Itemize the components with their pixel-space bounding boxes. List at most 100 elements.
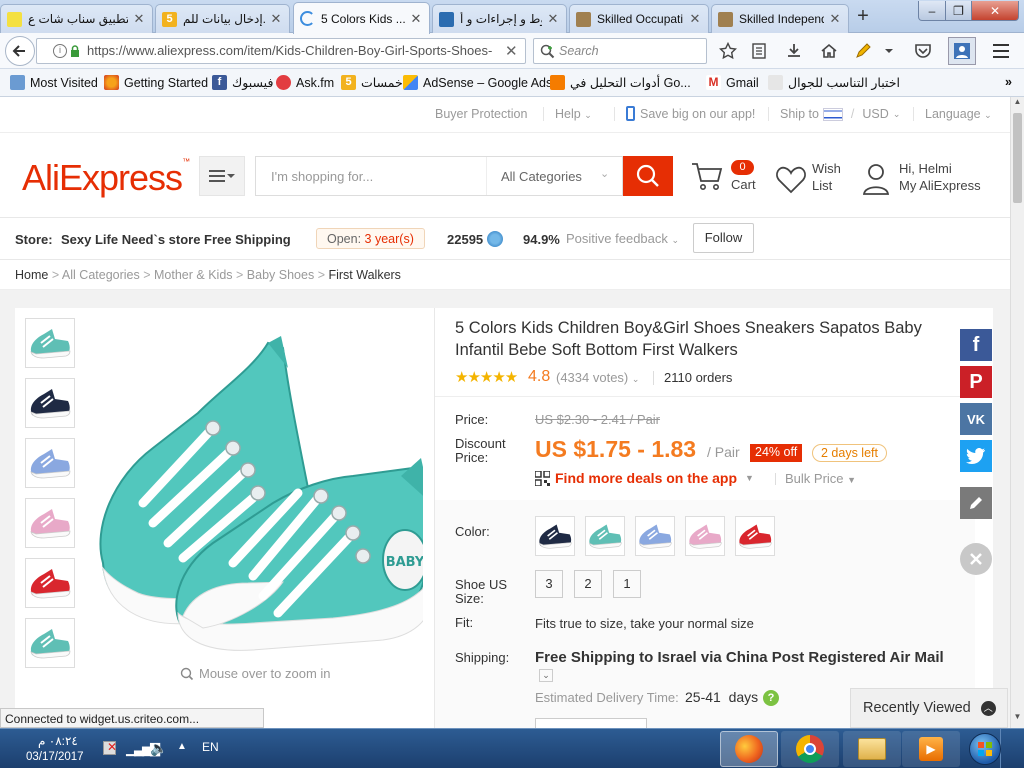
tab-close-icon[interactable]: ✕ xyxy=(688,11,702,27)
product-search-input[interactable]: I'm shopping for... All Categories ⌄ xyxy=(255,156,623,196)
thumbnail-4[interactable] xyxy=(25,498,75,548)
home-icon[interactable] xyxy=(818,40,840,62)
scroll-down-arrow-icon[interactable]: ▼ xyxy=(1011,712,1024,726)
thumbnail-3[interactable] xyxy=(25,438,75,488)
volume-icon[interactable]: 🔈 xyxy=(150,740,167,757)
follow-button[interactable]: Follow xyxy=(693,223,754,253)
tab-close-icon[interactable]: ✕ xyxy=(409,11,423,27)
thumbnail-6[interactable] xyxy=(25,618,75,668)
tab-snapchat[interactable]: تطبيق سناب شات ع... ✕ xyxy=(0,4,153,33)
positive-feedback-dropdown[interactable]: Positive feedback ⌄ xyxy=(566,231,679,246)
bookmark-most-visited[interactable]: Most Visited xyxy=(10,75,98,90)
recently-viewed-panel[interactable]: Recently Viewed ︿ xyxy=(850,688,1008,728)
minimize-button[interactable]: ‒ xyxy=(918,1,946,21)
bookmark-adsense[interactable]: AdSense – Google Ads xyxy=(403,75,552,90)
size-option-3[interactable]: 3 xyxy=(535,570,563,598)
buyer-protection-link[interactable]: Buyer Protection xyxy=(435,107,527,121)
tab-close-icon[interactable]: ✕ xyxy=(546,11,560,27)
start-button[interactable] xyxy=(966,731,1004,767)
address-bar[interactable]: i https://www.aliexpress.com/item/Kids-C… xyxy=(36,38,526,64)
action-center-icon[interactable]: ✕ xyxy=(103,740,117,755)
category-select[interactable]: All Categories ⌄ xyxy=(486,157,624,195)
app-deals-link[interactable]: Find more deals on the app ▼ xyxy=(535,470,754,486)
taskbar-chrome[interactable] xyxy=(781,731,839,767)
color-option-4[interactable] xyxy=(685,516,725,556)
taskbar-explorer[interactable] xyxy=(843,731,901,767)
tab-data-entry[interactable]: 5 إدخال بيانات للم... ✕ xyxy=(155,4,290,33)
pencil-addon-icon[interactable] xyxy=(852,40,874,62)
breadcrumb-all-categories[interactable]: All Categories xyxy=(62,268,140,282)
bookmark-star-icon[interactable] xyxy=(717,40,739,62)
tab-close-icon[interactable]: ✕ xyxy=(828,11,842,27)
ship-to-selector[interactable]: Ship to / USD ⌄ xyxy=(768,107,900,121)
maximize-button[interactable]: ❐ xyxy=(945,1,972,21)
close-window-button[interactable]: ✕ xyxy=(971,1,1019,21)
page-scrollbar[interactable]: ▲ ▼ xyxy=(1010,97,1024,728)
thumbnail-1[interactable] xyxy=(25,318,75,368)
size-option-1[interactable]: 1 xyxy=(613,570,641,598)
downloads-icon[interactable] xyxy=(783,40,805,62)
scroll-thumb[interactable] xyxy=(1013,113,1022,203)
votes-dropdown[interactable]: (4334 votes) ⌄ xyxy=(556,370,639,385)
account-addon-icon[interactable] xyxy=(948,37,976,65)
breadcrumb-baby-shoes[interactable]: Baby Shoes xyxy=(247,268,314,282)
new-tab-button[interactable]: + xyxy=(849,6,877,28)
edit-share-button[interactable] xyxy=(960,487,992,519)
close-share-button[interactable] xyxy=(960,543,992,575)
pocket-icon[interactable] xyxy=(912,40,934,62)
tab-skilled-independent[interactable]: Skilled Independ... ✕ xyxy=(711,4,849,33)
category-menu-button[interactable] xyxy=(199,156,245,196)
color-option-2[interactable] xyxy=(585,516,625,556)
bulk-price-dropdown[interactable]: Bulk Price ▼ xyxy=(785,471,856,486)
browser-search-input[interactable]: Search xyxy=(533,38,707,64)
bookmark-facebook[interactable]: f فيسبوك xyxy=(212,75,273,90)
clear-url-icon[interactable]: ✕ xyxy=(505,42,518,60)
shipping-destination[interactable]: Israel via China Post Registered Air Mai… xyxy=(658,649,944,666)
main-product-image[interactable]: BABY xyxy=(83,328,423,658)
back-button[interactable] xyxy=(5,36,35,66)
wish-list-button[interactable]: Wish List xyxy=(775,161,850,199)
color-option-3[interactable] xyxy=(635,516,675,556)
bookmark-analytics[interactable]: أدوات التحليل في Go... xyxy=(550,75,691,90)
thumbnail-5[interactable] xyxy=(25,558,75,608)
help-icon[interactable]: ? xyxy=(763,690,779,706)
language-indicator[interactable]: EN xyxy=(202,740,219,754)
tab-terms[interactable]: شروط و إجراءات و أ... ✕ xyxy=(432,4,567,33)
cart-button[interactable]: 0 Cart xyxy=(690,158,760,196)
tab-skilled-occupation[interactable]: Skilled Occupati... ✕ xyxy=(569,4,709,33)
tab-aliexpress[interactable]: 5 Colors Kids ... ✕ xyxy=(293,2,430,34)
bookmark-askfm[interactable]: Ask.fm xyxy=(276,75,334,90)
tab-close-icon[interactable]: ✕ xyxy=(132,11,146,27)
info-icon[interactable]: i xyxy=(53,44,67,58)
scroll-up-arrow-icon[interactable]: ▲ xyxy=(1011,97,1024,111)
help-menu[interactable]: Help ⌄ xyxy=(543,107,592,121)
taskbar-media-player[interactable]: ▶ xyxy=(902,731,960,767)
store-name-link[interactable]: Sexy Life Need`s store Free Shipping xyxy=(61,232,291,247)
bookmark-getting-started[interactable]: Getting Started xyxy=(104,75,208,90)
language-selector[interactable]: Language ⌄ xyxy=(913,107,992,121)
reading-list-icon[interactable] xyxy=(748,40,770,62)
breadcrumb-home[interactable]: Home xyxy=(15,268,48,282)
chevron-down-icon[interactable] xyxy=(882,40,896,62)
taskbar-firefox[interactable] xyxy=(720,731,778,767)
size-option-2[interactable]: 2 xyxy=(574,570,602,598)
tab-close-icon[interactable]: ✕ xyxy=(269,11,283,27)
aliexpress-logo[interactable]: AliExpress™ xyxy=(22,157,190,199)
show-hidden-icons-button[interactable]: ▲ xyxy=(177,741,187,752)
bookmarks-overflow-button[interactable]: » xyxy=(1005,75,1012,89)
bookmark-khamsat[interactable]: 5 خمسات xyxy=(341,75,403,90)
search-button[interactable] xyxy=(623,156,673,196)
twitter-share-button[interactable] xyxy=(960,440,992,472)
vk-share-button[interactable]: VK xyxy=(960,403,992,435)
breadcrumb-mother-kids[interactable]: Mother & Kids xyxy=(154,268,233,282)
bookmark-gmail[interactable]: M Gmail xyxy=(706,75,759,90)
shipping-dropdown-icon[interactable]: ⌄ xyxy=(539,669,553,682)
bookmark-mobile-test[interactable]: اختبار التناسب للجوال xyxy=(768,75,900,90)
thumbnail-2[interactable] xyxy=(25,378,75,428)
color-option-1[interactable] xyxy=(535,516,575,556)
account-menu[interactable]: Hi, Helmi My AliExpress xyxy=(862,161,992,199)
facebook-share-button[interactable]: f xyxy=(960,329,992,361)
app-promo-link[interactable]: Save big on our app! xyxy=(614,106,755,121)
pinterest-share-button[interactable]: P xyxy=(960,366,992,398)
hamburger-menu-icon[interactable] xyxy=(990,40,1012,62)
